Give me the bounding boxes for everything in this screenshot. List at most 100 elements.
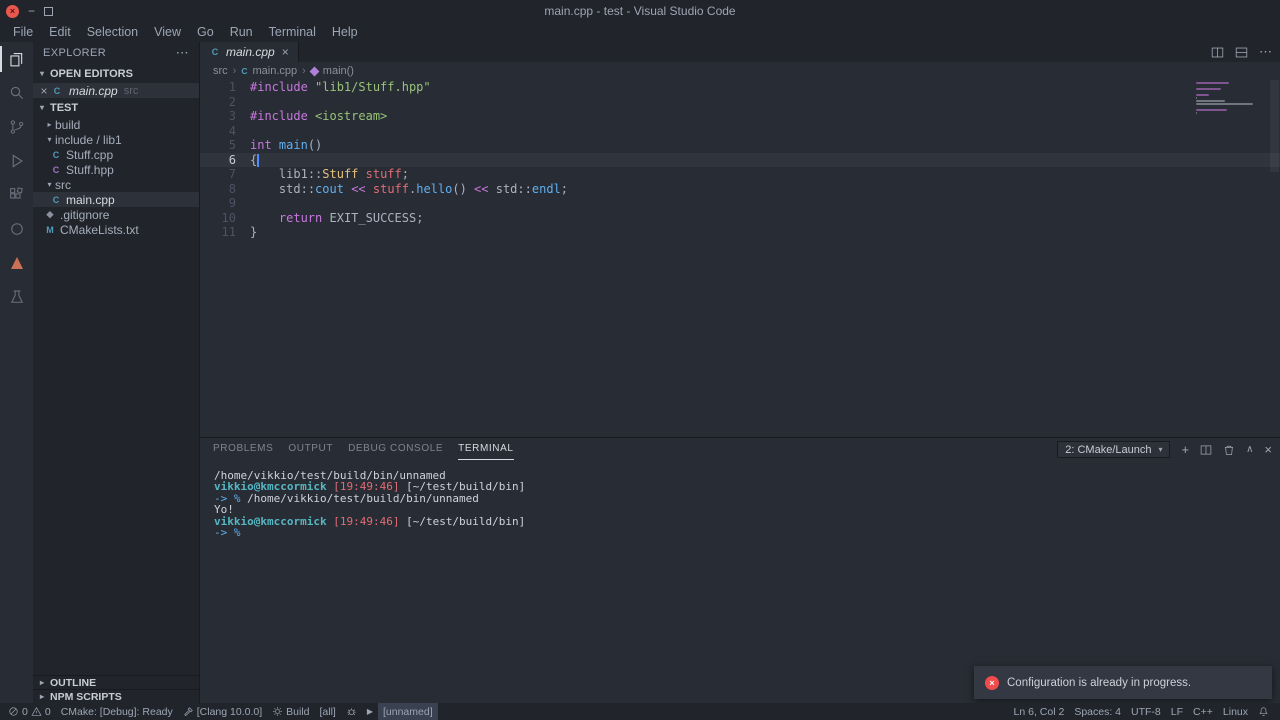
terminal-output[interactable]: /home/vikkio/test/build/bin/unnamed vikki…	[200, 460, 1280, 538]
chevron-down-icon: ▾	[47, 135, 52, 144]
minimap[interactable]	[1196, 82, 1268, 115]
menu-terminal[interactable]: Terminal	[261, 25, 324, 39]
menu-go[interactable]: Go	[189, 25, 222, 39]
menu-run[interactable]: Run	[222, 25, 261, 39]
test-explorer-icon[interactable]	[0, 280, 33, 314]
section-npm-scripts[interactable]: ▸ NPM SCRIPTS	[33, 689, 199, 703]
cmake-variant-status[interactable]: CMake: [Debug]: Ready	[56, 703, 178, 720]
panel-tab-output[interactable]: OUTPUT	[288, 438, 333, 460]
breadcrumb-item-main-cpp[interactable]: main.cpp	[252, 65, 297, 77]
notification-toast[interactable]: × Configuration is already in progress.	[974, 666, 1272, 699]
cmake-kit-status[interactable]: [Clang 10.0.0]	[178, 703, 267, 720]
panel-tab-problems[interactable]: PROBLEMS	[213, 438, 273, 460]
code-line[interactable]: 7 lib1::Stuff stuff;	[200, 167, 1280, 182]
toggle-layout-icon[interactable]	[1235, 46, 1248, 59]
panel-tab-debug-console[interactable]: DEBUG CONSOLE	[348, 438, 443, 460]
section-outline[interactable]: ▸ OUTLINE	[33, 675, 199, 689]
explorer-icon[interactable]	[0, 42, 33, 76]
language-mode[interactable]: C++	[1188, 703, 1218, 720]
launch-button[interactable]: ▶	[362, 703, 378, 720]
line-number: 9	[228, 196, 236, 210]
notifications-bell[interactable]	[1253, 703, 1274, 720]
minimize-window-button[interactable]: −	[28, 5, 35, 17]
sidebar-title: EXPLORER	[43, 47, 107, 59]
search-icon[interactable]	[0, 76, 33, 110]
tree-item-stuff-hpp[interactable]: C Stuff.hpp	[33, 162, 199, 177]
bell-icon	[1259, 707, 1268, 717]
encoding-status[interactable]: UTF-8	[1126, 703, 1166, 720]
new-terminal-icon[interactable]: +	[1181, 443, 1189, 456]
section-open-editors[interactable]: ▾ OPEN EDITORS	[33, 64, 199, 83]
breadcrumb-item-main[interactable]: main()	[323, 65, 354, 77]
kill-terminal-icon[interactable]	[1223, 444, 1235, 456]
tree-item-gitignore[interactable]: ◆ .gitignore	[33, 207, 199, 222]
code-line[interactable]: 5 int main()	[200, 138, 1280, 153]
code-line[interactable]: 2	[200, 95, 1280, 110]
code-line[interactable]: 11}	[200, 225, 1280, 240]
editor-scrollbar[interactable]	[1270, 80, 1279, 172]
breadcrumb-item-src[interactable]: src	[213, 65, 228, 77]
menu-edit[interactable]: Edit	[41, 25, 79, 39]
chevron-right-icon: ▸	[39, 678, 44, 687]
chevron-right-icon: ▸	[39, 692, 44, 701]
menu-selection[interactable]: Selection	[79, 25, 146, 39]
panel-tab-terminal[interactable]: TERMINAL	[458, 438, 514, 460]
close-panel-icon[interactable]: ×	[1264, 443, 1272, 456]
breadcrumb-separator-icon: ›	[302, 65, 306, 77]
menu-file[interactable]: File	[5, 25, 41, 39]
indentation-status[interactable]: Spaces: 4	[1069, 703, 1126, 720]
build-button[interactable]: Build	[267, 703, 314, 720]
code-line[interactable]: 1 #include "lib1/Stuff.hpp"	[200, 80, 1280, 95]
more-actions-icon[interactable]: ⋯	[176, 45, 189, 61]
maximize-panel-icon[interactable]: ∧	[1246, 443, 1253, 456]
code-line[interactable]: 4	[200, 124, 1280, 139]
chevron-down-icon: ▾	[39, 103, 44, 112]
code-line[interactable]: 9	[200, 196, 1280, 211]
error-count: 0	[22, 705, 28, 718]
tab-main-cpp[interactable]: C main.cpp ×	[200, 42, 299, 62]
open-editor-item[interactable]: × C main.cpp src	[33, 83, 199, 98]
code-line[interactable]: 6{	[200, 152, 1280, 167]
menu-help[interactable]: Help	[324, 25, 366, 39]
cursor-position[interactable]: Ln 6, Col 2	[1009, 703, 1070, 720]
tab-label: main.cpp	[226, 45, 275, 59]
split-editor-icon[interactable]	[1211, 46, 1224, 59]
line-number: 4	[228, 123, 236, 138]
code-line[interactable]: 10 return EXIT_SUCCESS;	[200, 211, 1280, 226]
close-window-button[interactable]: ×	[6, 4, 19, 18]
close-tab-icon[interactable]: ×	[282, 45, 289, 59]
tree-item-stuff-cpp[interactable]: C Stuff.cpp	[33, 147, 199, 162]
tree-item-src[interactable]: ▾ src	[33, 177, 199, 192]
tree-item-label: CMakeLists.txt	[60, 222, 139, 237]
eol-status[interactable]: LF	[1166, 703, 1188, 720]
tree-item-cmakelists-txt[interactable]: M CMakeLists.txt	[33, 222, 199, 237]
chevron-down-icon: ▾	[39, 69, 44, 78]
section-workspace[interactable]: ▾ TEST	[33, 98, 199, 117]
maximize-window-button[interactable]	[44, 6, 54, 16]
run-debug-icon[interactable]	[0, 144, 33, 178]
code-line[interactable]: 3 #include <iostream>	[200, 109, 1280, 124]
tree-item-include-lib1[interactable]: ▾ include / lib1	[33, 132, 199, 147]
extensions-icon[interactable]	[0, 178, 33, 212]
code-editor[interactable]: 1 #include "lib1/Stuff.hpp" 2 3 #include <io…	[200, 80, 1280, 437]
cmake-icon[interactable]	[0, 246, 33, 280]
debug-button[interactable]	[341, 703, 362, 720]
cpp-file-icon: C	[52, 149, 60, 160]
split-terminal-icon[interactable]	[1200, 444, 1212, 456]
remote-explorer-icon[interactable]	[0, 212, 33, 246]
tree-item-label: Stuff.cpp	[66, 147, 114, 162]
terminal-picker[interactable]: 2: CMake/Launch ▾	[1057, 441, 1171, 458]
warning-count: 0	[44, 705, 51, 718]
code-line[interactable]: 8 std::cout << stuff.hello() << std::end…	[200, 182, 1280, 197]
os-indicator[interactable]: Linux	[1218, 703, 1253, 720]
close-editor-icon[interactable]: ×	[37, 84, 51, 98]
tree-item-main-cpp[interactable]: Cmain.cpp	[33, 192, 199, 207]
more-actions-icon[interactable]: ⋯	[1259, 44, 1272, 60]
problems-status[interactable]: 0 0	[3, 703, 56, 720]
menu-view[interactable]: View	[146, 25, 189, 39]
build-target[interactable]: [all]	[315, 703, 341, 720]
launch-target[interactable]: [unnamed]	[378, 703, 438, 720]
tree-item-build[interactable]: ▸ build	[33, 117, 199, 132]
git-file-icon: ◆	[46, 209, 54, 219]
source-control-icon[interactable]	[0, 110, 33, 144]
